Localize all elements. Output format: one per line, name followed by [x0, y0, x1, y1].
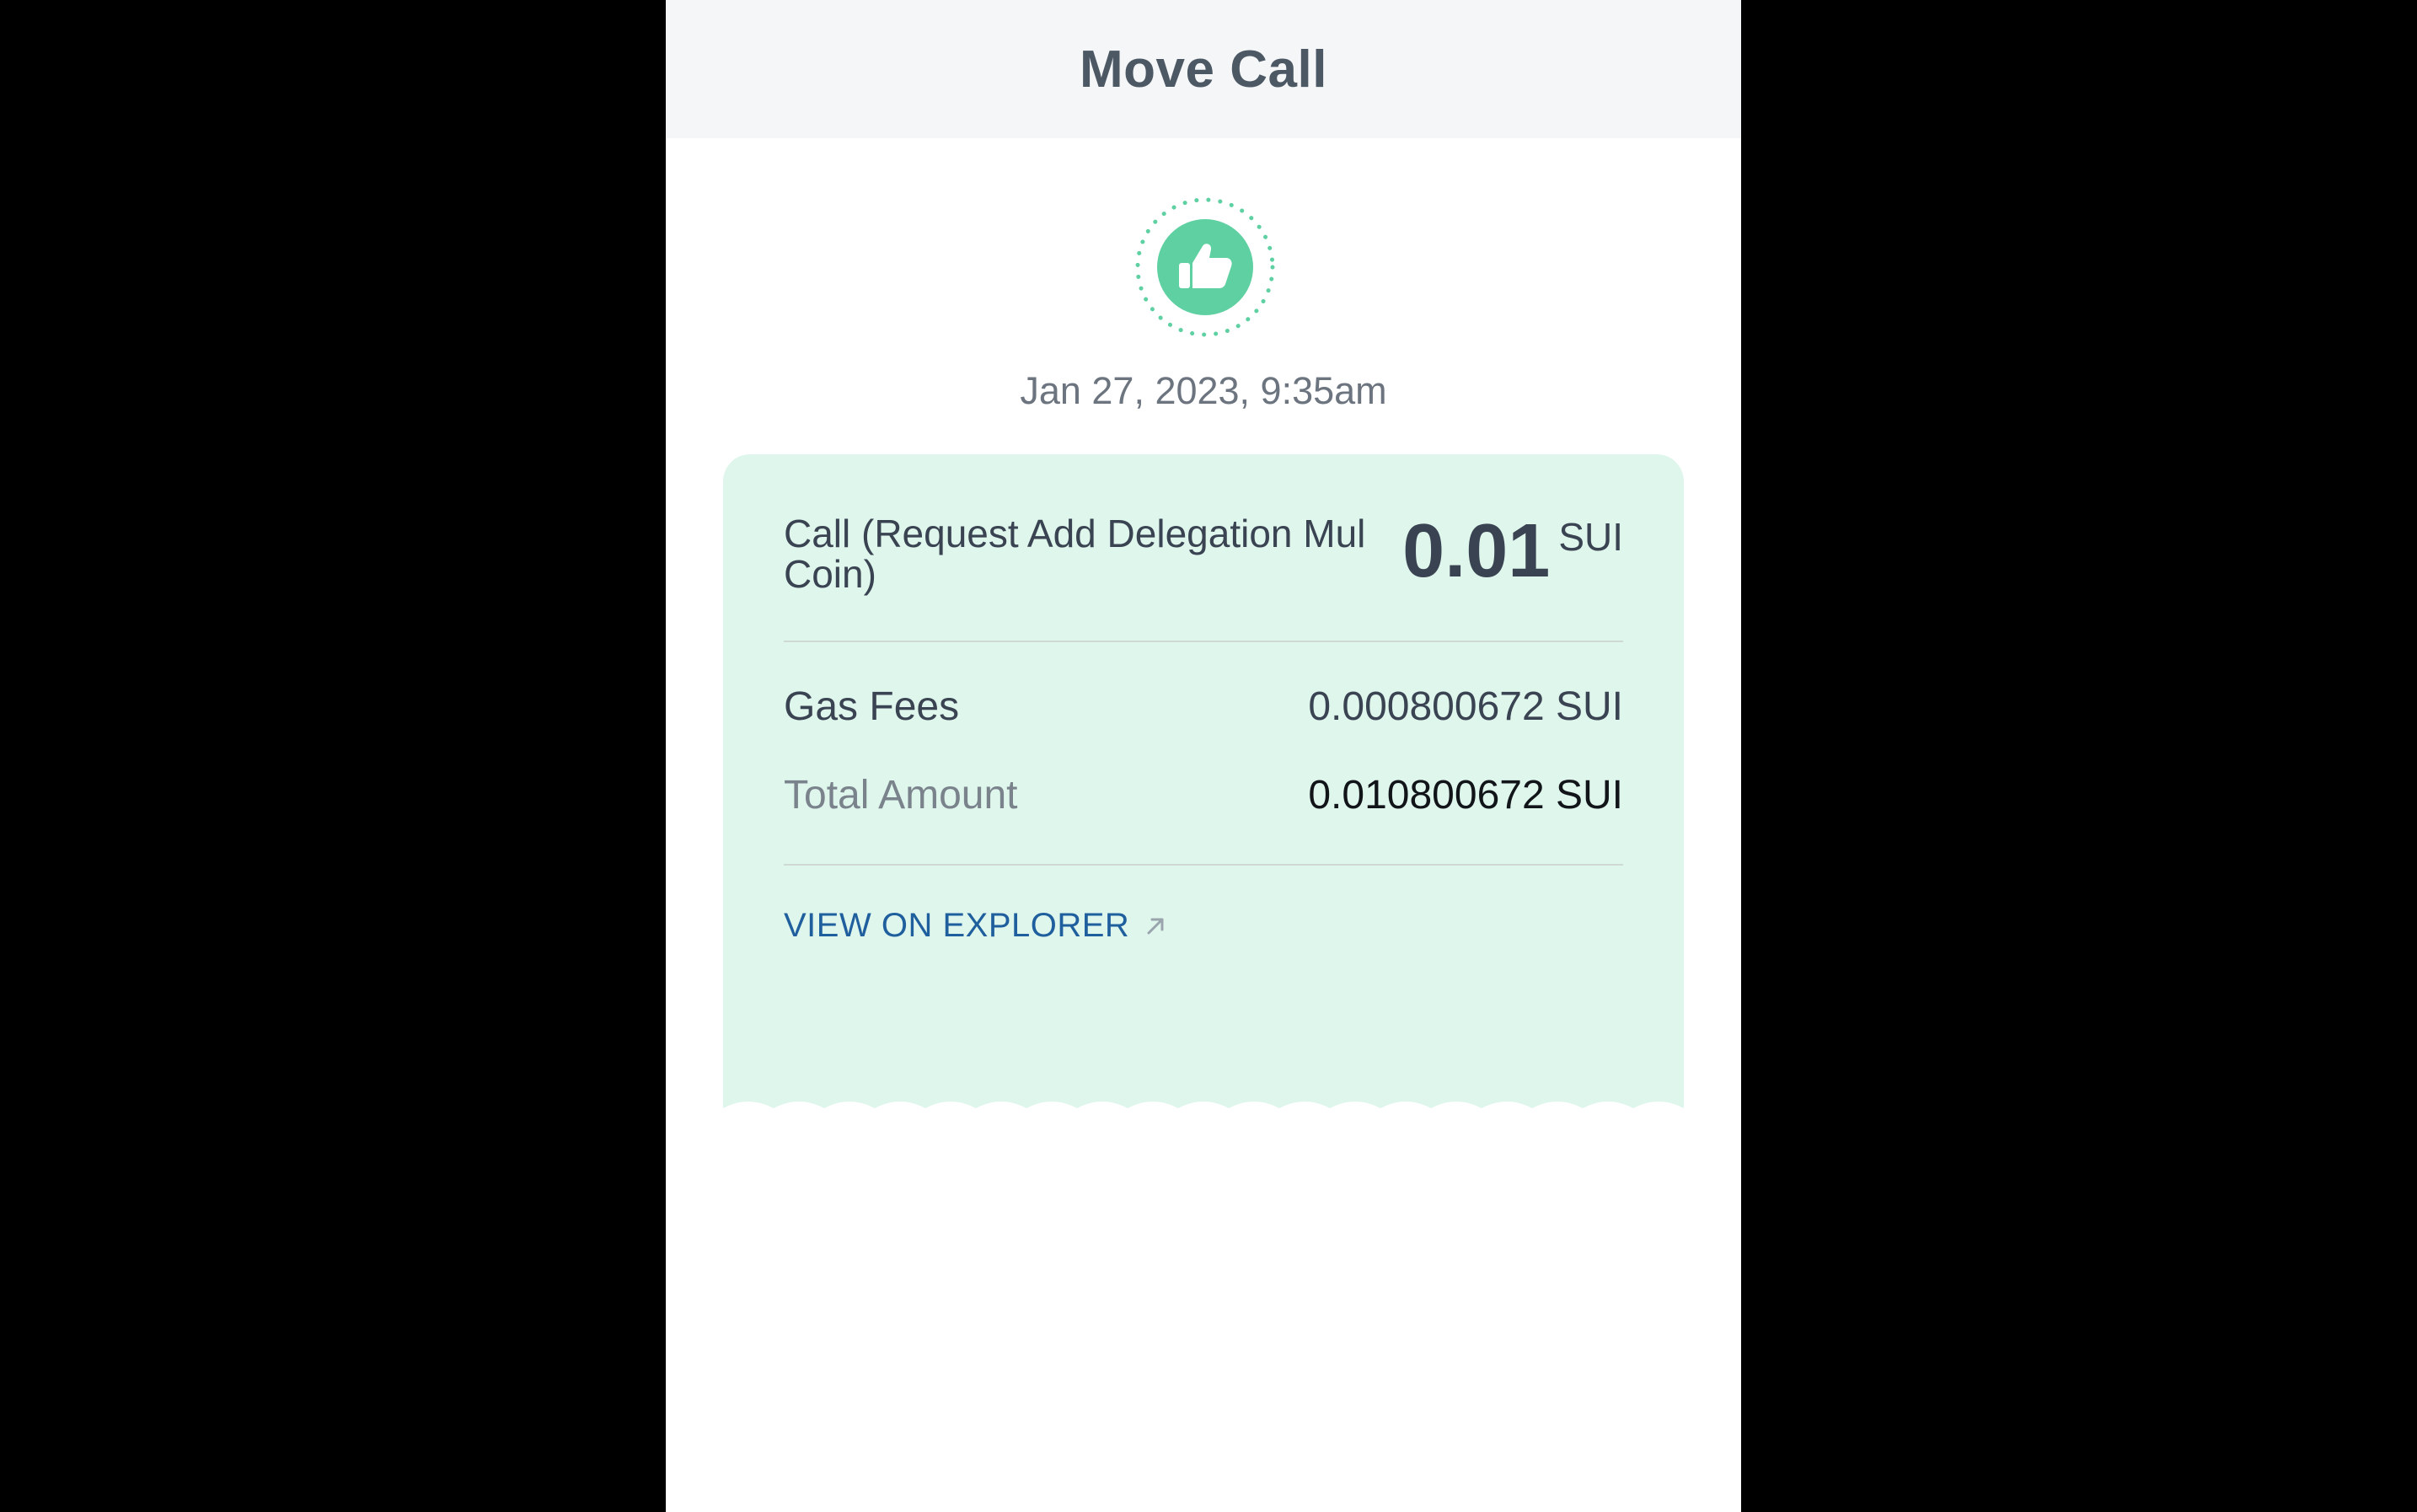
- external-arrow-icon: [1147, 918, 1164, 934]
- total-amount-row: Total Amount 0.010800672 SUI: [784, 772, 1623, 818]
- total-amount-label: Total Amount: [784, 773, 1018, 818]
- call-summary: Call (Request Add Delegation Mul Coin) 0…: [784, 513, 1623, 606]
- divider: [784, 864, 1623, 866]
- transaction-timestamp: Jan 27, 2023, 9:35am: [1020, 369, 1387, 412]
- amount-unit: SUI: [1558, 515, 1623, 559]
- page-title: Move Call: [1080, 40, 1327, 99]
- transaction-panel: Move Call Jan 27, 2023, 9:35am Call (Req…: [666, 0, 1741, 1512]
- explorer-link-label: VIEW ON EXPLORER: [784, 907, 1130, 944]
- divider: [784, 641, 1623, 642]
- call-amount: 0.01 SUI: [1402, 513, 1623, 589]
- receipt-torn-edge: [723, 1102, 1684, 1125]
- gas-fees-label: Gas Fees: [784, 684, 960, 729]
- thumbs-up-icon: [1135, 197, 1275, 337]
- gas-fees-row: Gas Fees 0.000800672 SUI: [784, 684, 1623, 730]
- receipt-card: Call (Request Add Delegation Mul Coin) 0…: [723, 454, 1684, 1125]
- view-on-explorer-link[interactable]: VIEW ON EXPLORER: [784, 907, 1166, 945]
- call-label: Call (Request Add Delegation Mul Coin): [784, 512, 1366, 596]
- total-amount-value: 0.010800672 SUI: [1308, 773, 1623, 818]
- gas-fees-value: 0.000800672 SUI: [1308, 684, 1623, 729]
- header: Move Call: [666, 0, 1741, 138]
- amount-value: 0.01: [1402, 509, 1551, 593]
